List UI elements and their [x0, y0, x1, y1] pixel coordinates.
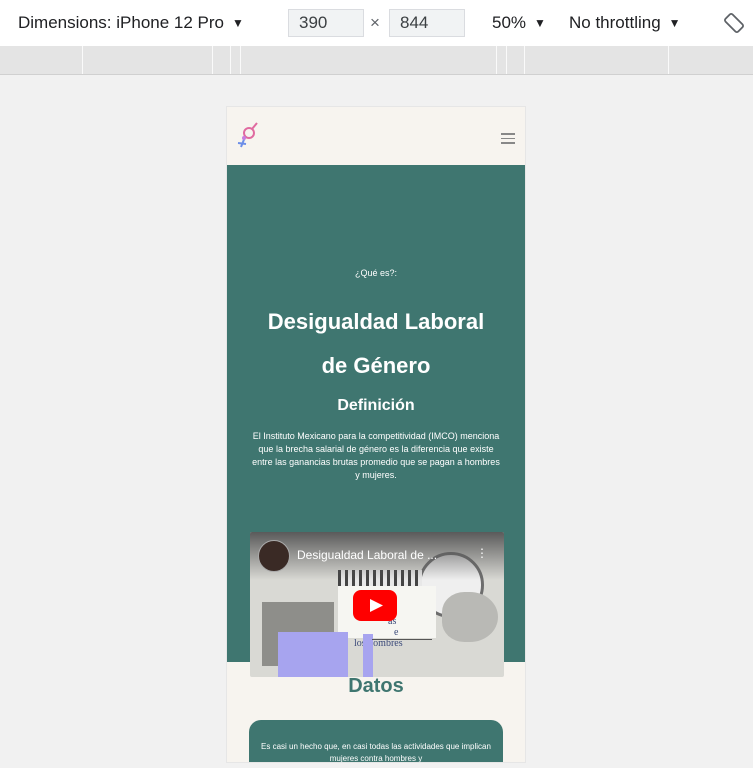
ruler-tick — [240, 46, 241, 74]
hero-title-line2: de Género — [321, 353, 431, 378]
width-input[interactable]: 390 — [288, 9, 364, 37]
datos-title: Datos — [348, 675, 404, 697]
ruler-tick — [82, 46, 83, 74]
more-options-icon[interactable]: ⋮ — [476, 546, 488, 560]
definition-title: Definición — [337, 397, 415, 414]
height-input[interactable]: 844 — [389, 9, 465, 37]
ruler-tick — [496, 46, 497, 74]
zoom-label: 50% — [492, 13, 527, 32]
divider-line — [372, 639, 432, 640]
datos-card: Es casi un hecho que, en casi todas las … — [249, 720, 503, 762]
hand-illustration — [442, 592, 498, 642]
hero-eyebrow: ¿Qué es?: — [354, 268, 398, 278]
rotate-icon[interactable] — [723, 12, 745, 34]
media-query-bar[interactable] — [0, 46, 753, 75]
channel-avatar[interactable] — [258, 540, 290, 572]
purple-strip — [363, 634, 373, 677]
ruler-tick — [524, 46, 525, 74]
hero-section: ¿Qué es?: Desigualdad Laboral de Género … — [227, 165, 525, 677]
hero-title: Desigualdad Laboral de Género — [227, 300, 525, 388]
video-title[interactable]: Desigualdad Laboral de ... — [297, 548, 437, 562]
throttling-caret-icon: ▼ — [668, 16, 681, 30]
ruler-tick — [212, 46, 213, 74]
dimensions-label: Dimensions: iPhone 12 Pro — [18, 13, 225, 32]
times-sign: × — [370, 13, 380, 32]
dimensions-caret-icon: ▼ — [232, 16, 244, 30]
youtube-embed[interactable]: ás e los hombres Desigualdad Laboral de … — [250, 532, 504, 677]
ruler-tick — [668, 46, 669, 74]
hamburger-icon[interactable] — [501, 133, 515, 144]
datos-text: Es casi un hecho que, en casi todas las … — [261, 742, 491, 762]
hero-title-line1: Desigualdad Laboral — [267, 309, 485, 334]
device-viewport: ¿Qué es?: Desigualdad Laboral de Género … — [227, 107, 525, 762]
zoom-dropdown[interactable]: 50% ▼ — [492, 13, 546, 33]
youtube-play-icon[interactable] — [353, 590, 397, 621]
dimensions-dropdown[interactable]: Dimensions: iPhone 12 Pro ▼ — [18, 13, 244, 33]
throttling-dropdown[interactable]: No throttling ▼ — [569, 13, 681, 33]
purple-block — [278, 632, 348, 677]
zoom-caret-icon: ▼ — [534, 16, 546, 30]
definition-text: El Instituto Mexicano para la competitiv… — [252, 431, 500, 480]
ruler-tick — [506, 46, 507, 74]
gender-symbol-logo[interactable] — [235, 119, 261, 155]
site-header — [227, 107, 525, 167]
ruler-tick — [230, 46, 231, 74]
throttling-label: No throttling — [569, 13, 661, 32]
device-toolbar: Dimensions: iPhone 12 Pro ▼ 390 × 844 50… — [0, 0, 753, 46]
